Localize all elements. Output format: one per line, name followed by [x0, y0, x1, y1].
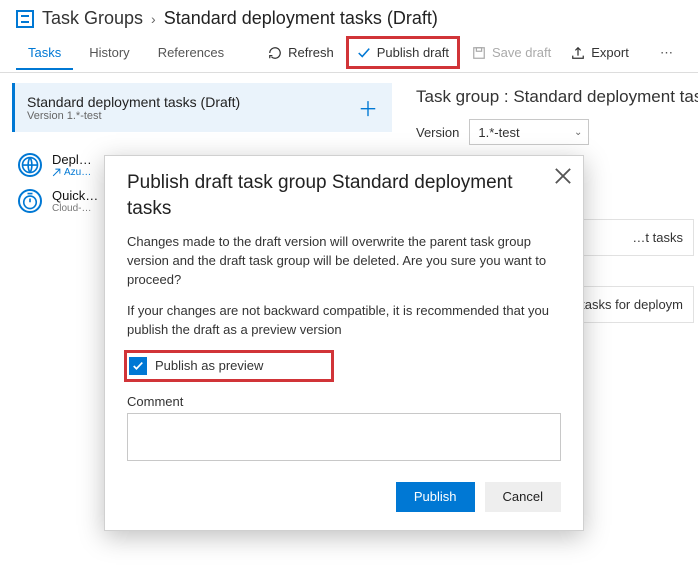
- checkmark-icon: [132, 360, 144, 372]
- modal-title: Publish draft task group Standard deploy…: [127, 170, 539, 221]
- modal-overlay: Publish draft task group Standard deploy…: [0, 0, 698, 573]
- publish-button[interactable]: Publish: [396, 482, 475, 512]
- publish-modal: Publish draft task group Standard deploy…: [104, 155, 584, 531]
- modal-body-1: Changes made to the draft version will o…: [127, 233, 561, 290]
- cancel-button[interactable]: Cancel: [485, 482, 561, 512]
- publish-as-preview-checkbox[interactable]: [129, 357, 147, 375]
- close-button[interactable]: [553, 166, 573, 186]
- close-icon: [553, 166, 573, 186]
- modal-body-2: If your changes are not backward compati…: [127, 302, 561, 340]
- comment-label: Comment: [127, 394, 561, 409]
- publish-as-preview-label: Publish as preview: [155, 358, 263, 373]
- publish-as-preview-row[interactable]: Publish as preview: [124, 350, 334, 382]
- comment-input[interactable]: [127, 413, 561, 461]
- modal-buttons: Publish Cancel: [127, 482, 561, 512]
